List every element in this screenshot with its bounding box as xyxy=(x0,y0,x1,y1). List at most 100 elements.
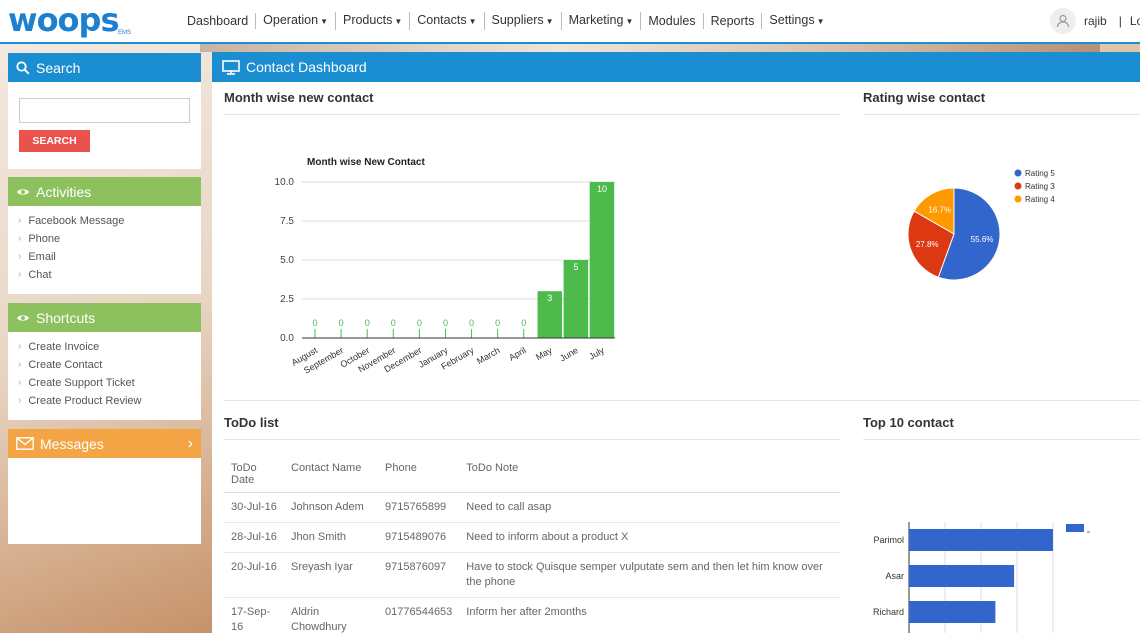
activities-panel: Activities › Facebook Message › Phone › Email… xyxy=(8,177,201,294)
list-item[interactable]: › Create Product Review xyxy=(18,392,201,410)
logout-link[interactable]: Lo xyxy=(1130,14,1140,28)
legend-swatch xyxy=(1014,169,1022,177)
cell-contact: Johnson Adem xyxy=(284,492,378,523)
search-icon xyxy=(16,60,30,75)
dashboard-header: Contact Dashboard xyxy=(212,52,1140,82)
rating-pie-chart: 55.6% 27.8% 16.7% Rating 5 Rating 3 Rating 4 xyxy=(907,169,1055,281)
activities-panel-header: Activities xyxy=(8,177,201,206)
messages-panel-header[interactable]: Messages › xyxy=(8,429,201,458)
y-tick-label: 7.5 xyxy=(280,216,294,227)
shortcuts-panel: Shortcuts › Create Invoice › Create Contact… xyxy=(8,303,201,420)
messages-panel: Messages › xyxy=(8,429,201,544)
chart-title: Month wise New Contact xyxy=(307,157,425,168)
caret-down-icon: ▼ xyxy=(320,17,328,26)
list-item-label: Create Product Review xyxy=(28,395,142,407)
cell-note: Need to inform about a product X xyxy=(459,522,840,553)
cell-note: Need to call asap xyxy=(459,492,840,523)
bar xyxy=(909,565,1015,587)
search-input[interactable] xyxy=(19,98,190,123)
col-contact-name: Contact Name xyxy=(284,456,378,493)
nav-label: Suppliers xyxy=(491,13,544,27)
data-label: 0 xyxy=(339,318,344,328)
hero-banner-strip xyxy=(200,44,1100,52)
cell-phone: 9715765899 xyxy=(378,492,460,523)
data-label: 10 xyxy=(597,184,607,194)
todo-section-title: ToDo list xyxy=(224,415,279,430)
user-menu[interactable]: rajib | Lo xyxy=(1050,8,1140,34)
divider xyxy=(224,400,1140,401)
list-item[interactable]: › Create Contact xyxy=(18,356,201,374)
search-button[interactable]: SEARCH xyxy=(19,130,90,152)
table-row[interactable]: 20-Jul-16 Sreyash Iyar 9715876097 Have to s… xyxy=(224,552,840,598)
eye-icon xyxy=(16,187,30,197)
list-item-label: Phone xyxy=(28,233,61,245)
main-nav: Dashboard Operation ▼ Products ▼ Contacts ▼ Sup… xyxy=(180,12,832,30)
chevron-right-icon: › xyxy=(18,233,22,244)
list-item[interactable]: › Email xyxy=(18,248,201,266)
nav-label: Reports xyxy=(710,14,755,28)
chevron-right-icon[interactable]: › xyxy=(188,435,193,453)
nav-dashboard[interactable]: Dashboard xyxy=(180,13,257,29)
y-tick-label: Asar xyxy=(885,571,904,581)
top10-contact-chart: Parimol Asar Richard xyxy=(873,522,1090,633)
data-label: 0 xyxy=(365,318,370,328)
nav-operation[interactable]: Operation ▼ xyxy=(256,12,336,30)
list-item[interactable]: › Chat xyxy=(18,266,201,284)
list-item-label: Chat xyxy=(28,269,52,281)
table-row[interactable]: 28-Jul-16 Jhon Smith 9715489076 Need to inf… xyxy=(224,522,840,553)
list-item[interactable]: › Facebook Message xyxy=(18,212,201,230)
divider xyxy=(224,439,840,440)
data-label: 0 xyxy=(495,318,500,328)
y-tick-label: 0.0 xyxy=(280,333,294,344)
shortcuts-list: › Create Invoice › Create Contact › Create Su… xyxy=(8,332,201,410)
chevron-right-icon: › xyxy=(18,269,22,280)
chevron-right-icon: › xyxy=(18,377,22,388)
slice-label: 55.6% xyxy=(971,235,994,244)
top-navbar: woops EMS Dashboard Operation ▼ Products ▼ Co… xyxy=(0,0,1140,44)
top10-section-title: Top 10 contact xyxy=(863,415,954,430)
search-panel: Search SEARCH xyxy=(8,53,201,169)
user-name[interactable]: rajib xyxy=(1084,14,1107,28)
col-phone: Phone xyxy=(378,456,460,493)
y-tick-label: 2.5 xyxy=(280,294,294,305)
cell-contact: Jhon Smith xyxy=(284,522,378,553)
legend-label: Rating 3 xyxy=(1025,182,1055,191)
data-label: 3 xyxy=(547,293,552,303)
nav-modules[interactable]: Modules xyxy=(641,13,704,29)
nav-suppliers[interactable]: Suppliers ▼ xyxy=(485,12,562,30)
shortcuts-panel-header: Shortcuts xyxy=(8,303,201,332)
month-contact-chart: Month wise New Contact 0.0 2.5 5.0 7.5 10.0 0 A… xyxy=(275,157,615,376)
data-label: 0 xyxy=(313,318,318,328)
rating-section-title: Rating wise contact xyxy=(863,90,986,105)
x-tick-label: May xyxy=(534,345,554,362)
list-item-label: Facebook Message xyxy=(28,215,125,227)
divider xyxy=(224,114,840,115)
search-panel-header: Search xyxy=(8,53,201,82)
app-logo[interactable]: woops EMS xyxy=(8,2,138,40)
chevron-right-icon: › xyxy=(18,395,22,406)
nav-label: Marketing xyxy=(568,13,624,27)
envelope-icon xyxy=(16,437,34,450)
table-row[interactable]: 30-Jul-16 Johnson Adem 9715765899 Need to c… xyxy=(224,492,840,523)
divider xyxy=(863,439,1140,440)
nav-contacts[interactable]: Contacts ▼ xyxy=(410,12,485,30)
table-row[interactable]: 17-Sep-16 Aldrin Chowdhury 01776544653 Info… xyxy=(224,597,840,633)
nav-settings[interactable]: Settings ▼ xyxy=(762,12,831,30)
nav-products[interactable]: Products ▼ xyxy=(336,12,411,30)
nav-marketing[interactable]: Marketing ▼ xyxy=(562,12,642,30)
nav-reports[interactable]: Reports xyxy=(704,13,763,29)
list-item[interactable]: › Phone xyxy=(18,230,201,248)
chevron-right-icon: › xyxy=(18,359,22,370)
list-item[interactable]: › Create Support Ticket xyxy=(18,374,201,392)
nav-label: Settings xyxy=(769,13,815,27)
col-todo-note: ToDo Note xyxy=(459,456,840,493)
y-tick-label: Parimol xyxy=(873,535,904,545)
list-item[interactable]: › Create Invoice xyxy=(18,338,201,356)
y-tick-label: 10.0 xyxy=(275,177,295,188)
user-avatar-icon[interactable] xyxy=(1050,8,1076,34)
x-tick-label: July xyxy=(587,345,606,362)
activities-panel-title: Activities xyxy=(36,183,92,200)
caret-down-icon: ▼ xyxy=(468,17,477,26)
cell-date: 20-Jul-16 xyxy=(224,552,284,598)
messages-panel-title: Messages xyxy=(40,435,104,452)
